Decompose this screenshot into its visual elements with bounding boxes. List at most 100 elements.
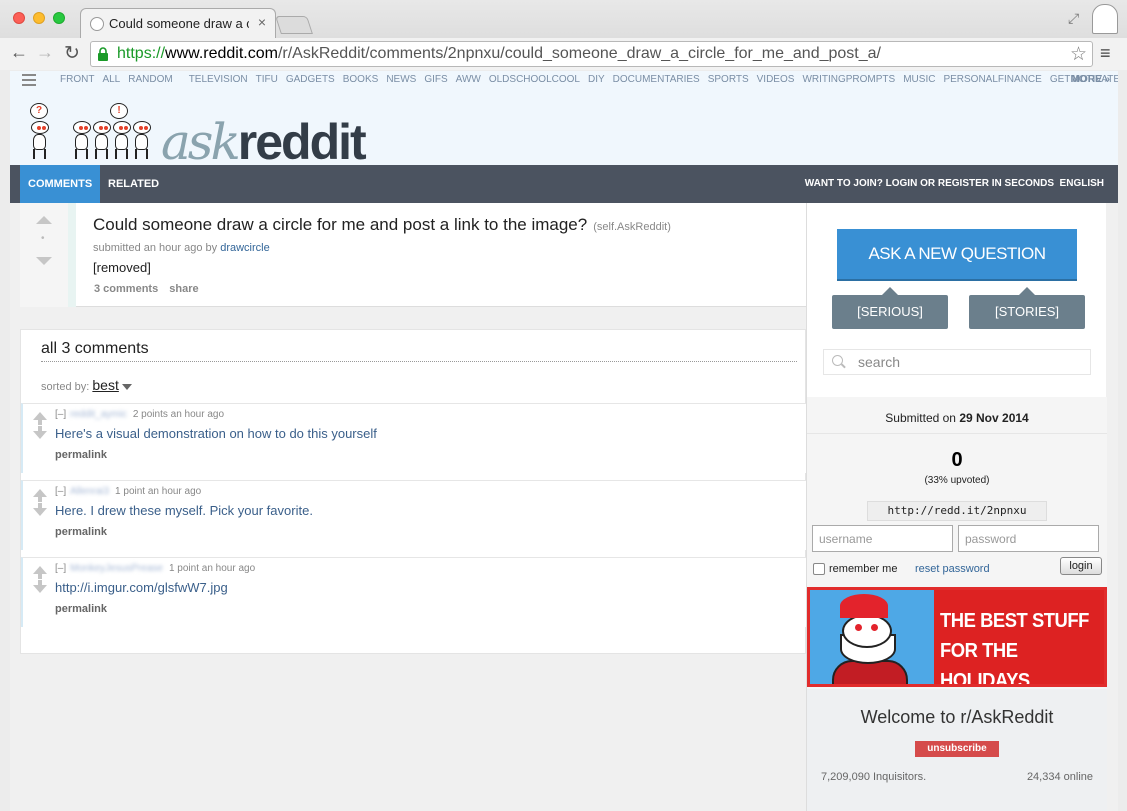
subreddit-link[interactable]: SPORTS	[708, 74, 749, 85]
post-domain[interactable]: (self.AskReddit)	[593, 221, 671, 233]
subreddit-link[interactable]: DOCUMENTARIES	[613, 74, 700, 85]
post: • Could someone draw a circle for me and…	[20, 203, 806, 307]
subreddit-link[interactable]: VIDEOS	[757, 74, 795, 85]
subreddit-link[interactable]: ALL	[102, 74, 120, 85]
subreddit-link[interactable]: RANDOM	[128, 74, 172, 85]
permalink-link[interactable]: permalink	[55, 526, 107, 538]
subreddit-link[interactable]: NEWS	[386, 74, 416, 85]
subreddit-more-link[interactable]: MORE »	[1072, 74, 1110, 85]
browser-toolbar: ← → ↻ https://www.reddit.com/r/AskReddit…	[0, 38, 1127, 70]
menu-icon[interactable]: ≡	[1100, 43, 1111, 64]
post-title-text[interactable]: Could someone draw a circle for me and p…	[93, 215, 587, 234]
askreddit-logo-mascots[interactable]: ? !	[20, 99, 170, 165]
login-button[interactable]: login	[1060, 557, 1102, 575]
username-field[interactable]: username	[812, 525, 953, 552]
tab-comments[interactable]: COMMENTS	[20, 165, 101, 203]
comments-link[interactable]: 3 comments	[94, 283, 158, 295]
reload-icon[interactable]: ↻	[64, 42, 80, 65]
permalink-link[interactable]: permalink	[55, 449, 107, 461]
downvote-icon[interactable]	[33, 503, 47, 516]
upvote-icon[interactable]	[36, 216, 52, 224]
post-accent-line	[68, 203, 76, 307]
post-author-link[interactable]: drawcircle	[220, 242, 270, 254]
upvote-icon[interactable]	[33, 412, 47, 425]
language-link[interactable]: ENGLISH	[1060, 165, 1104, 203]
new-tab-button[interactable]	[275, 16, 313, 34]
sort-caret-icon[interactable]	[121, 384, 132, 391]
alien-mascot-icon	[30, 121, 49, 165]
fullscreen-icon[interactable]: ⤢	[1068, 10, 1079, 27]
subreddit-link[interactable]: DIY	[588, 74, 605, 85]
share-link[interactable]: share	[169, 283, 198, 295]
question-bubble-icon: ?	[30, 103, 48, 119]
reset-password-link[interactable]: reset password	[915, 563, 990, 575]
comment-author[interactable]: Allenrai3	[70, 486, 109, 497]
alien-mascot-icon	[132, 121, 151, 165]
subreddit-link[interactable]: MUSIC	[903, 74, 935, 85]
alien-mascot-icon	[92, 121, 111, 165]
browser-tab[interactable]: Could someone draw a circ ×	[80, 8, 276, 38]
remember-me-checkbox[interactable]	[813, 563, 825, 575]
sidebar: ASK A NEW QUESTION [SERIOUS] [STORIES] s…	[806, 203, 1107, 811]
subreddit-menu-icon[interactable]	[22, 74, 36, 86]
online-count: 24,334 online	[1026, 771, 1093, 783]
login-register-link[interactable]: WANT TO JOIN? LOGIN OR REGISTER IN SECON…	[805, 165, 1054, 203]
downvote-icon[interactable]	[33, 426, 47, 439]
window-close-button[interactable]	[13, 12, 25, 24]
welcome-box: Welcome to r/AskReddit unsubscribe 7,209…	[807, 689, 1107, 811]
forward-icon[interactable]: →	[36, 42, 54, 63]
comment-body[interactable]: http://i.imgur.com/glsfwW7.jpg	[55, 580, 228, 595]
stories-button[interactable]: [STORIES]	[969, 295, 1085, 329]
subreddit-link[interactable]: TIFU	[256, 74, 278, 85]
ask-question-button[interactable]: ASK A NEW QUESTION	[837, 229, 1077, 279]
downvote-icon[interactable]	[33, 580, 47, 593]
password-field[interactable]: password	[958, 525, 1099, 552]
star-icon[interactable]: ☆	[1070, 43, 1087, 66]
comment-tagline: [–] MonkeyJesusPrease 1 point an hour ago	[55, 563, 255, 574]
comment-author[interactable]: MonkeyJesusPrease	[70, 563, 163, 574]
holiday-banner[interactable]: THE BEST STUFF FOR THE HOLIDAYS	[807, 587, 1107, 687]
subreddit-link[interactable]: OLDSCHOOLCOOL	[489, 74, 580, 85]
askreddit-wordmark[interactable]: askreddit	[161, 117, 367, 167]
upvote-icon[interactable]	[33, 566, 47, 579]
subreddit-link[interactable]: TELEVISION	[189, 74, 248, 85]
subreddit-link[interactable]: WRITINGPROMPTS	[802, 74, 895, 85]
comment-body[interactable]: Here's a visual demonstration on how to …	[55, 426, 377, 441]
comment-body[interactable]: Here. I drew these myself. Pick your fav…	[55, 503, 313, 518]
tab-menu: COMMENTS RELATED WANT TO JOIN? LOGIN OR …	[10, 165, 1118, 203]
collapse-toggle[interactable]: [–]	[55, 409, 66, 420]
subreddit-link[interactable]: GADGETS	[286, 74, 335, 85]
sort-dropdown[interactable]: best	[92, 377, 118, 393]
window-maximize-button[interactable]	[53, 12, 65, 24]
sort-bar: sorted by: best	[41, 377, 132, 393]
profile-icon[interactable]	[1092, 4, 1118, 34]
tab-related[interactable]: RELATED	[100, 165, 167, 203]
window-minimize-button[interactable]	[33, 12, 45, 24]
collapse-toggle[interactable]: [–]	[55, 486, 66, 497]
post-links: 3 comments share	[94, 283, 207, 295]
subreddit-link[interactable]: BOOKS	[343, 74, 379, 85]
tab-close-icon[interactable]: ×	[258, 14, 266, 30]
serious-button[interactable]: [SERIOUS]	[832, 295, 948, 329]
permalink-link[interactable]: permalink	[55, 603, 107, 615]
comment-tagline: [–] reddit_aymic 2 points an hour ago	[55, 409, 224, 420]
collapse-toggle[interactable]: [–]	[55, 563, 66, 574]
comment: [–] reddit_aymic 2 points an hour ago Here…	[21, 403, 807, 473]
subreddit-link[interactable]: PERSONALFINANCE	[943, 74, 1041, 85]
unsubscribe-button[interactable]: unsubscribe	[915, 741, 999, 757]
search-input[interactable]: search	[823, 349, 1091, 375]
address-bar[interactable]: https://www.reddit.com/r/AskReddit/comme…	[90, 41, 1093, 67]
subreddit-link[interactable]: AWW	[456, 74, 481, 85]
comment-points: 2 points an hour ago	[132, 409, 225, 420]
comment-author[interactable]: reddit_aymic	[70, 409, 127, 420]
subreddit-link[interactable]: GIFS	[424, 74, 447, 85]
upvote-icon[interactable]	[33, 489, 47, 502]
comment-points: 1 point an hour ago	[168, 563, 256, 574]
santa-hat-icon	[840, 594, 888, 618]
back-icon[interactable]: ←	[10, 42, 28, 63]
subreddit-list: FRONT ALL RANDOM TELEVISION TIFU GADGETS BOOKS…	[60, 74, 1118, 85]
downvote-icon[interactable]	[36, 257, 52, 265]
shortlink[interactable]: http://redd.it/2npnxu	[867, 501, 1047, 521]
post-title[interactable]: Could someone draw a circle for me and p…	[93, 215, 671, 235]
subreddit-link[interactable]: FRONT	[60, 74, 94, 85]
